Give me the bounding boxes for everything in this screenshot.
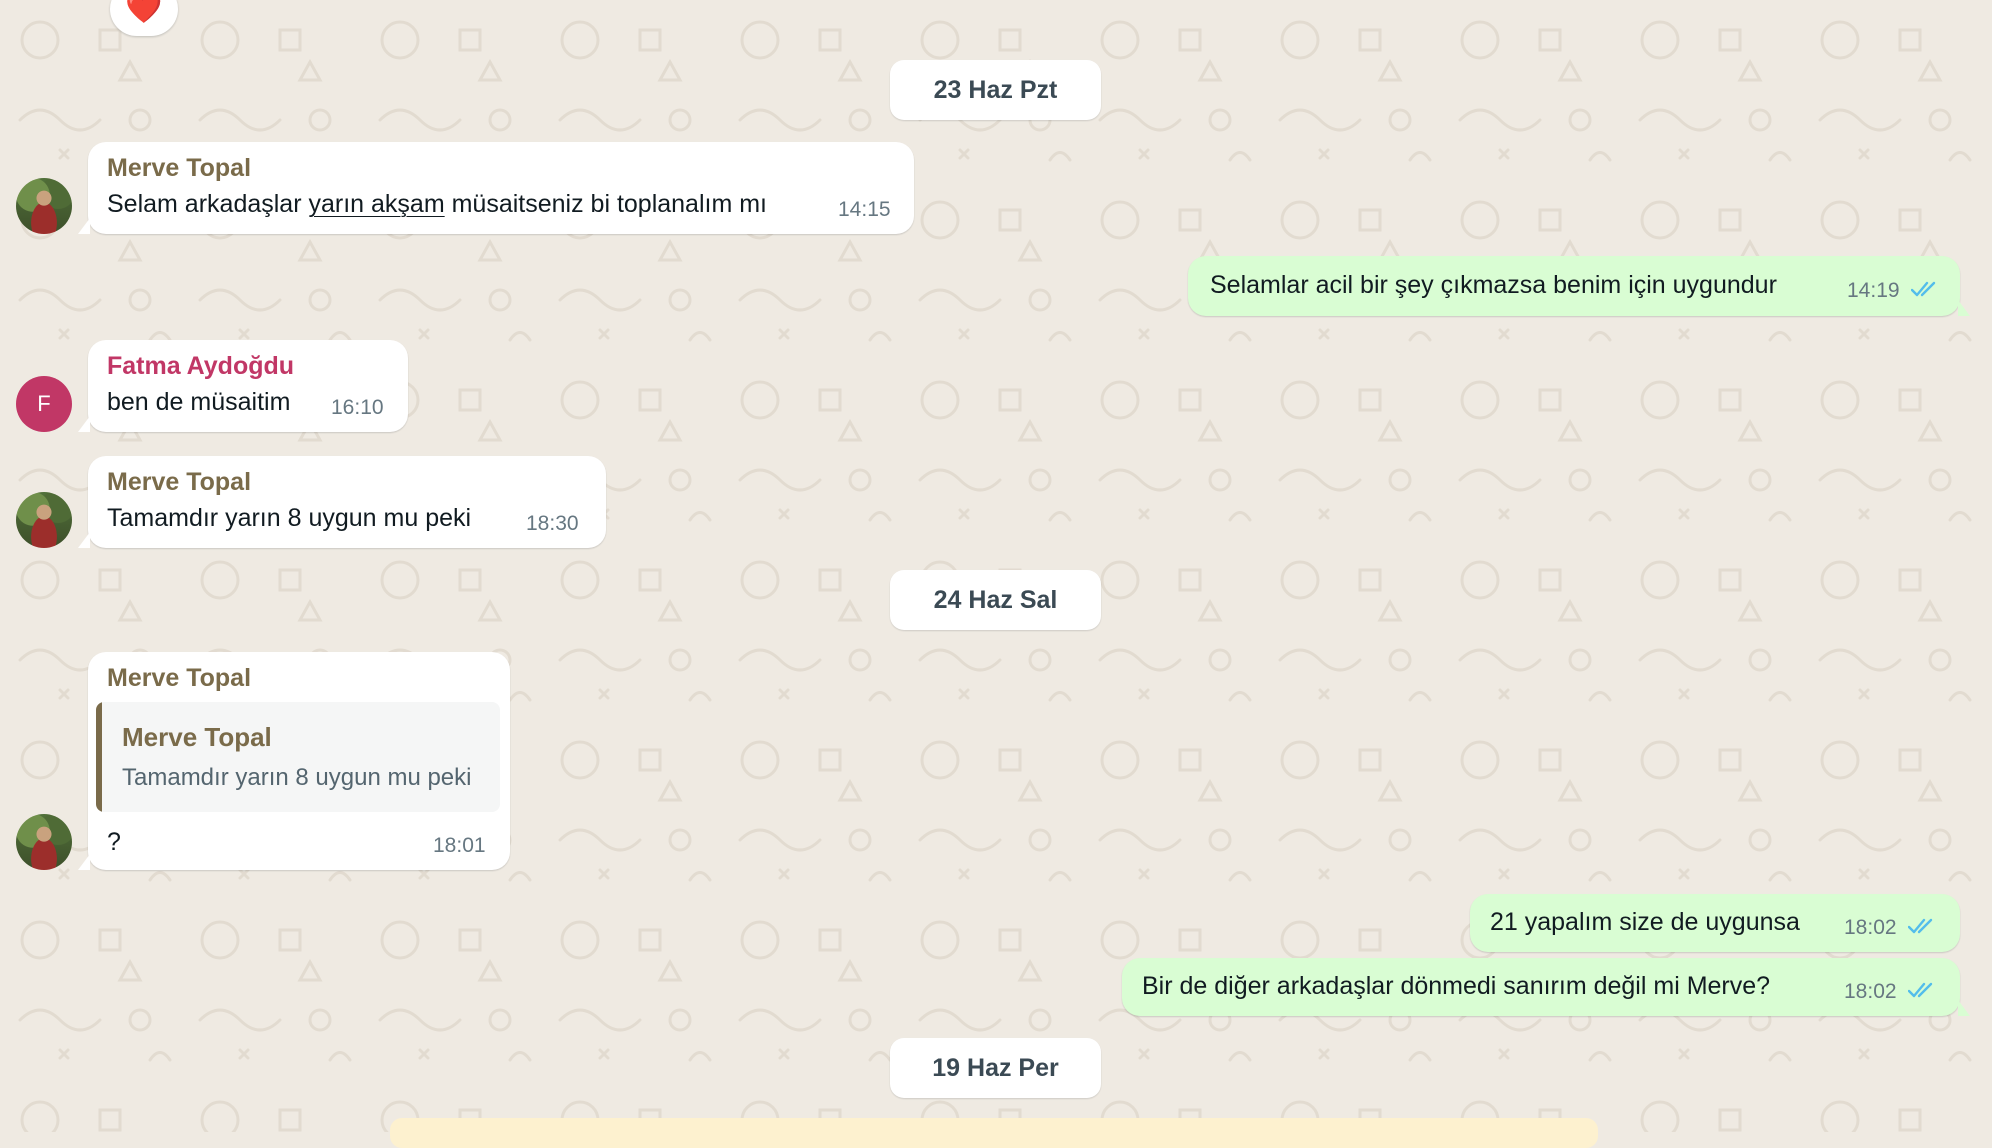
date-separator: 24 Haz Sal bbox=[890, 570, 1101, 630]
double-check-icon bbox=[1908, 918, 1933, 934]
message-bubble-outgoing[interactable]: Bir de diğer arkadaşlar dönmedi sanırım … bbox=[1122, 958, 1970, 1016]
message-text: 21 yapalım size de uygunsa bbox=[1490, 908, 1800, 936]
sender-name[interactable]: Merve Topal bbox=[107, 468, 251, 497]
avatar-merve[interactable] bbox=[16, 814, 72, 870]
message-bubble-incoming[interactable]: Merve Topal Selam arkadaşlar yarın akşam… bbox=[78, 142, 914, 234]
date-separator: 19 Haz Per bbox=[890, 1038, 1101, 1098]
sender-name[interactable]: Merve Topal bbox=[107, 664, 251, 693]
sender-name[interactable]: Merve Topal bbox=[107, 154, 251, 183]
avatar-merve[interactable] bbox=[16, 492, 72, 548]
message-bubble-outgoing[interactable]: Selamlar acil bir şey çıkmazsa benim içi… bbox=[1188, 256, 1970, 316]
message-time: 14:15 bbox=[838, 198, 891, 221]
quoted-message[interactable]: Merve Topal Tamamdır yarın 8 uygun mu pe… bbox=[96, 702, 500, 812]
message-text: Bir de diğer arkadaşlar dönmedi sanırım … bbox=[1142, 972, 1771, 1000]
sender-name[interactable]: Fatma Aydoğdu bbox=[107, 352, 294, 381]
message-time: 16:10 bbox=[331, 396, 384, 419]
date-label: 19 Haz Per bbox=[932, 1053, 1059, 1082]
avatar-merve[interactable] bbox=[16, 178, 72, 234]
message-text: Tamamdır yarın 8 uygun mu peki bbox=[107, 504, 472, 532]
message-time: 18:30 bbox=[526, 512, 579, 535]
message-time: 18:02 bbox=[1844, 980, 1897, 1003]
date-label: 23 Haz Pzt bbox=[933, 75, 1058, 104]
quote-bar bbox=[96, 702, 102, 812]
message-time: 14:19 bbox=[1847, 279, 1900, 302]
avatar-fatma[interactable]: F bbox=[16, 376, 72, 432]
message-bubble-reply[interactable]: Merve Topal Merve Topal Tamamdır yarın 8… bbox=[78, 652, 510, 870]
date-separator: 23 Haz Pzt bbox=[890, 60, 1101, 120]
message-text: ? bbox=[107, 828, 121, 856]
double-check-icon bbox=[1908, 982, 1933, 998]
avatar-letter: F bbox=[37, 391, 51, 416]
quote-sender: Merve Topal bbox=[122, 722, 272, 752]
message-bubble-incoming[interactable]: Merve Topal Tamamdır yarın 8 uygun mu pe… bbox=[78, 456, 606, 548]
message-text: Selamlar acil bir şey çıkmazsa benim içi… bbox=[1210, 271, 1777, 299]
message-bubble-incoming[interactable]: Fatma Aydoğdu ben de müsaitim 16:10 bbox=[78, 340, 408, 432]
message-text: ben de müsaitim bbox=[107, 388, 291, 416]
quote-text: Tamamdır yarın 8 uygun mu peki bbox=[122, 764, 472, 791]
double-check-icon bbox=[1911, 281, 1936, 297]
system-notice bbox=[390, 1118, 1598, 1148]
message-text: Selam arkadaşlar yarın akşam müsaitseniz… bbox=[107, 190, 768, 218]
message-time: 18:01 bbox=[433, 834, 486, 857]
heart-icon: ❤️ bbox=[125, 0, 163, 25]
message-time: 18:02 bbox=[1844, 916, 1897, 939]
date-label: 24 Haz Sal bbox=[933, 585, 1058, 614]
message-bubble-outgoing[interactable]: 21 yapalım size de uygunsa 18:02 bbox=[1470, 894, 1960, 952]
